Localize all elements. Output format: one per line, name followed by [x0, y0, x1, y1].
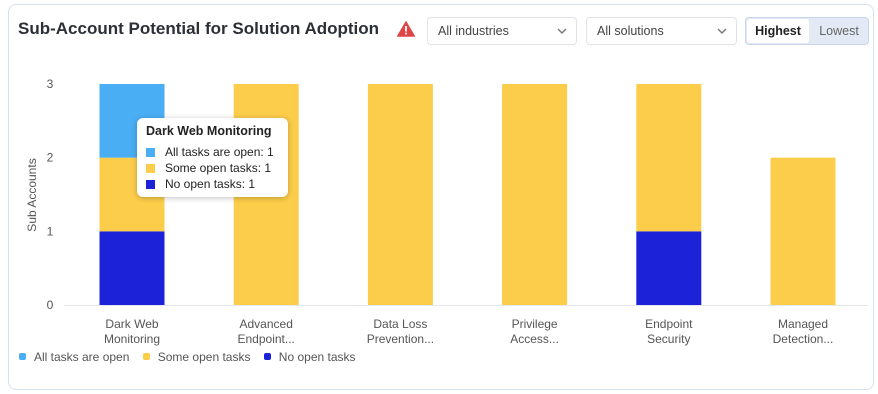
chart-legend: All tasks are open Some open tasks No op… [19, 350, 366, 364]
x-tick-label: Endpoint [645, 317, 693, 331]
y-axis-label: Sub Accounts [25, 158, 39, 231]
x-tick-label: Monitoring [104, 332, 160, 346]
bar-segment-no-open-tasks [99, 231, 165, 305]
tooltip-row-text: All tasks are open: 1 [165, 145, 274, 159]
bar-segment-some-open-tasks [367, 84, 433, 305]
x-tick-label: Access... [510, 332, 559, 346]
tooltip-row: No open tasks: 1 [146, 177, 255, 191]
y-tick-label: 0 [47, 298, 54, 312]
x-tick-label: Security [647, 332, 690, 346]
legend-swatch [19, 353, 26, 360]
x-tick-label: Dark Web [105, 317, 158, 331]
bar-segment-some-open-tasks [502, 84, 568, 305]
legend-item-some-open[interactable]: Some open tasks [142, 350, 251, 364]
legend-item-no-open[interactable]: No open tasks [263, 350, 356, 364]
legend-item-all-open[interactable]: All tasks are open [19, 350, 129, 364]
tooltip-row: All tasks are open: 1 [146, 145, 274, 159]
tooltip-title: Dark Web Monitoring [146, 124, 272, 138]
legend-label: No open tasks [278, 350, 356, 364]
y-tick-label: 1 [47, 224, 54, 238]
bar-segment-no-open-tasks [636, 231, 702, 305]
legend-label: Some open tasks [157, 350, 251, 364]
legend-swatch [142, 353, 150, 360]
x-tick-label: Prevention... [367, 332, 434, 346]
tooltip-row-text: No open tasks: 1 [165, 177, 256, 191]
x-tick-label: Advanced [240, 317, 293, 331]
tooltip-row-text: Some open tasks: 1 [165, 161, 272, 175]
y-tick-label: 2 [47, 151, 54, 165]
tooltip-row: Some open tasks: 1 [146, 161, 271, 175]
x-tick-label: Managed [778, 317, 828, 331]
x-tick-label: Privilege [512, 317, 558, 331]
x-tick-label: Detection... [773, 332, 834, 346]
x-tick-label: Endpoint... [238, 332, 295, 346]
bar-segment-some-open-tasks [636, 84, 702, 232]
y-tick-label: 3 [47, 77, 54, 91]
stacked-bar-chart: 0 1 2 3 Sub Accounts Dark WebMonitoring Advanc… [25, 77, 868, 346]
legend-label: All tasks are open [34, 350, 130, 364]
tooltip-swatch [146, 180, 155, 189]
tooltip-swatch [146, 164, 155, 173]
x-tick-label: Data Loss [373, 317, 427, 331]
legend-swatch [263, 353, 271, 360]
bar-segment-some-open-tasks [770, 157, 836, 305]
tooltip-swatch [146, 148, 155, 157]
bar-tooltip: Dark Web Monitoring All tasks are open: … [137, 118, 288, 197]
